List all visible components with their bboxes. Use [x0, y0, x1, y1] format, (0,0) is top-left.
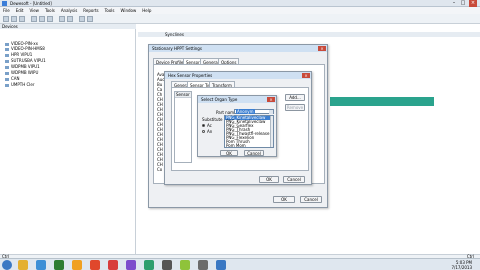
tree-item-label: CAN [11, 76, 20, 81]
tree-item-label: WDPMB VIPU1 [11, 64, 40, 69]
tree-item[interactable]: WDPMB VIPU1 [5, 64, 40, 69]
device-icon [5, 65, 9, 69]
menu-help[interactable]: Help [139, 7, 154, 13]
tree-item[interactable]: HPR VIPU1 [5, 52, 32, 57]
radio-an[interactable] [202, 130, 205, 133]
devices-pane: Devices VIDEO-PIN-xx VIDEO-PIN-HMS8 HPR … [0, 24, 136, 254]
save-icon[interactable] [19, 16, 25, 22]
menu-window[interactable]: Window [118, 7, 140, 13]
menu-reports[interactable]: Reports [80, 7, 101, 13]
taskbar-icon-app3[interactable] [180, 260, 190, 270]
part-name-select[interactable]: Anonym [234, 109, 274, 114]
organ-type-list[interactable]: PNG_Kinetaliveclaw PNG_Kinetaliveclaw PN… [224, 115, 274, 148]
device-icon [5, 59, 9, 63]
synclines-pane-header: Synclines [138, 32, 480, 37]
app-title-bar: Dewesoft - [Untitled] – □ × [0, 0, 480, 7]
device-icon [5, 53, 9, 57]
remove-button[interactable]: Remove [285, 104, 305, 111]
device-icon [5, 71, 9, 75]
close-icon[interactable]: × [469, 0, 477, 7]
select-type-title: Select Organ Type [198, 96, 276, 103]
taskbar-icon-onenote[interactable] [144, 260, 154, 270]
channel-bar[interactable] [330, 97, 434, 106]
menu-view[interactable]: View [26, 7, 42, 13]
device-icon [5, 77, 9, 81]
undo-icon[interactable] [59, 16, 65, 22]
ok-button[interactable]: OK [220, 150, 238, 156]
run-icon[interactable] [79, 16, 85, 22]
cancel-button[interactable]: Cancel [300, 196, 322, 203]
tree-item[interactable]: VIDEO-PIN-HMS8 [5, 46, 45, 51]
redo-icon[interactable] [67, 16, 73, 22]
menu-bar: File Edit View Tools Analysis Reports Tools Win… [0, 7, 480, 14]
app-icon [2, 1, 7, 6]
tree-item[interactable]: SUTRUSBA VIPU1 [5, 58, 46, 63]
menu-tools-2[interactable]: Tools [102, 7, 118, 13]
close-icon[interactable]: × [267, 97, 275, 102]
devices-pane-header: Devices [0, 24, 136, 29]
sensor-type-list[interactable]: Sensor Type [174, 91, 192, 163]
copy-icon[interactable] [39, 16, 45, 22]
settings-dialog-title: Stationary HPPT Settings [149, 45, 327, 52]
cancel-button[interactable]: Cancel [283, 176, 305, 183]
cut-icon[interactable] [31, 16, 37, 22]
taskbar-icon-skype[interactable] [108, 260, 118, 270]
tree-item-label: SUTRUSBA VIPU1 [11, 58, 46, 63]
radio-an-label: An [207, 129, 213, 134]
clock[interactable]: 5:03 PM 7/17/2013 [451, 260, 472, 270]
paste-icon[interactable] [47, 16, 53, 22]
minimize-icon[interactable]: – [450, 0, 458, 7]
taskbar-icon-firefox[interactable] [90, 260, 100, 270]
sensor-properties-title: Hex Sensor Properties [165, 72, 311, 79]
menu-edit[interactable]: Edit [13, 7, 27, 13]
taskbar-icon-pdf[interactable] [126, 260, 136, 270]
tree-item[interactable]: CAN [5, 76, 20, 81]
tree-item-label: UMPTH Cler [11, 82, 35, 87]
device-icon [5, 83, 9, 87]
tree-item-label: WDPMB WIPU [11, 70, 39, 75]
taskbar-icon-ie[interactable] [18, 260, 28, 270]
menu-analysis[interactable]: Analysis [58, 7, 80, 13]
synclines-label: Synclines [165, 32, 184, 37]
cancel-button[interactable]: Cancel [244, 150, 264, 156]
toolbar [0, 14, 480, 24]
start-button[interactable] [2, 260, 12, 270]
ok-button[interactable]: OK [259, 176, 279, 183]
taskbar-icon-app2[interactable] [162, 260, 172, 270]
list-item[interactable]: Pom Mom [225, 144, 273, 148]
stop-icon[interactable] [87, 16, 93, 22]
list-header: Sensor Type [175, 92, 191, 98]
tree-item[interactable]: WDPMB WIPU [5, 70, 38, 75]
taskbar-icon-app[interactable] [72, 260, 82, 270]
taskbar-icon-chrome[interactable] [54, 260, 64, 270]
substitute-label: Substitute [202, 117, 223, 122]
chevron-down-icon[interactable] [269, 110, 273, 114]
taskbar-icon-explorer[interactable] [36, 260, 46, 270]
side-label: Co [157, 167, 163, 172]
part-name-value: Anonym [236, 109, 255, 114]
list-scrollbar[interactable] [270, 116, 273, 147]
select-type-dialog: Select Organ Type × Part name: Anonym Su… [197, 95, 277, 157]
radio-ac-label: Ac [207, 123, 212, 128]
taskbar: 5:03 PM 7/17/2013 [0, 258, 480, 270]
new-icon[interactable] [3, 16, 9, 22]
tree-item-label: VIDEO-PIN-HMS8 [11, 46, 45, 51]
radio-ac[interactable] [202, 124, 205, 127]
open-icon[interactable] [11, 16, 17, 22]
taskbar-icon-app4[interactable] [198, 260, 208, 270]
ok-button[interactable]: OK [273, 196, 295, 203]
close-icon[interactable]: × [302, 73, 310, 78]
tree-item-label: HPR VIPU1 [11, 52, 33, 57]
maximize-icon[interactable]: □ [459, 0, 467, 7]
device-icon [5, 47, 9, 51]
add-button[interactable]: Add... [285, 94, 305, 101]
taskbar-icon-app5[interactable] [216, 260, 226, 270]
menu-file[interactable]: File [0, 7, 13, 13]
menu-tools[interactable]: Tools [42, 7, 58, 13]
close-icon[interactable]: × [318, 46, 326, 51]
tree-item[interactable]: UMPTH Cler [5, 82, 35, 87]
app-title: Dewesoft - [Untitled] [10, 1, 52, 6]
clock-date: 7/17/2013 [451, 265, 472, 270]
